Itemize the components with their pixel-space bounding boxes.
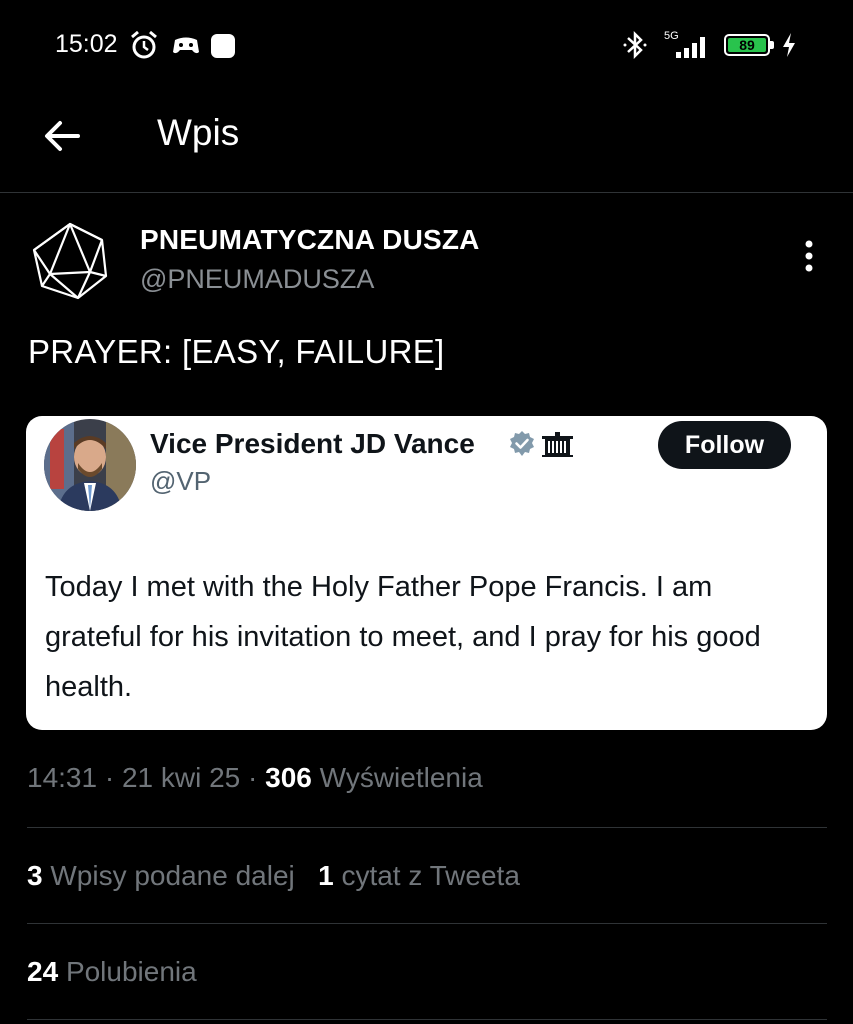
status-bar: 15:02 5G 89 <box>0 0 853 92</box>
charging-icon <box>783 33 795 57</box>
quotes-label: cytat z Tweeta <box>341 860 520 891</box>
reposts-stat[interactable]: 3 Wpisy podane dalej <box>27 860 295 891</box>
embedded-tweet-image[interactable]: Vice President JD Vance @VP Follow Today… <box>26 416 827 730</box>
battery-icon: 89 <box>724 34 770 56</box>
post-text: PRAYER: [EASY, FAILURE] <box>28 333 445 370</box>
post-meta: 14:31 · 21 kwi 25 · 306 Wyświetlenia <box>27 762 483 794</box>
divider <box>27 1019 827 1020</box>
gamepad-icon <box>173 37 199 54</box>
divider <box>27 827 827 828</box>
likes-count: 24 <box>27 956 59 987</box>
meta-separator: · <box>248 762 258 793</box>
likes-row: 24 Polubienia <box>27 956 197 988</box>
battery-tip <box>770 41 774 49</box>
post-time: 14:31 <box>27 762 98 793</box>
embedded-tweet-text: Today I met with the Holy Father Pope Fr… <box>45 571 761 703</box>
signal-icon <box>676 37 705 58</box>
battery-level: 89 <box>728 38 766 52</box>
page-title: Wpis <box>157 112 240 153</box>
embedded-avatar <box>44 419 136 511</box>
likes-stat[interactable]: 24 Polubienia <box>27 956 197 987</box>
meta-separator: · <box>104 762 115 793</box>
top-bar: Wpis <box>0 92 853 193</box>
views-stat[interactable]: 306 Wyświetlenia <box>265 762 483 793</box>
app-notification-icon <box>211 34 235 58</box>
reposts-count: 3 <box>27 860 43 891</box>
author-avatar[interactable] <box>28 218 112 302</box>
engagement-stats: 3 Wpisy podane dalej 1 cytat z Tweeta <box>27 860 520 892</box>
views-count: 306 <box>265 762 312 793</box>
more-vertical-icon[interactable] <box>794 236 824 276</box>
quotes-count: 1 <box>318 860 334 891</box>
author-handle[interactable]: @PNEUMADUSZA <box>140 264 374 295</box>
reposts-label: Wpisy podane dalej <box>50 860 295 891</box>
alarm-icon <box>131 30 157 59</box>
status-time: 15:02 <box>55 30 118 58</box>
verified-badge-icon <box>510 431 534 456</box>
white-house-icon <box>541 430 574 458</box>
quotes-stat[interactable]: 1 cytat z Tweeta <box>318 860 520 891</box>
embedded-author-name: Vice President JD Vance <box>150 428 475 459</box>
likes-label: Polubienia <box>65 956 197 987</box>
author-name[interactable]: PNEUMATYCZNA DUSZA <box>140 224 480 256</box>
follow-button[interactable]: Follow <box>658 421 791 469</box>
post-date: 21 kwi 25 <box>121 762 241 793</box>
views-label: Wyświetlenia <box>319 762 483 793</box>
bluetooth-icon <box>623 30 647 60</box>
divider <box>27 923 827 924</box>
arrow-left-icon[interactable] <box>38 112 86 160</box>
embedded-author-handle: @VP <box>150 466 212 496</box>
